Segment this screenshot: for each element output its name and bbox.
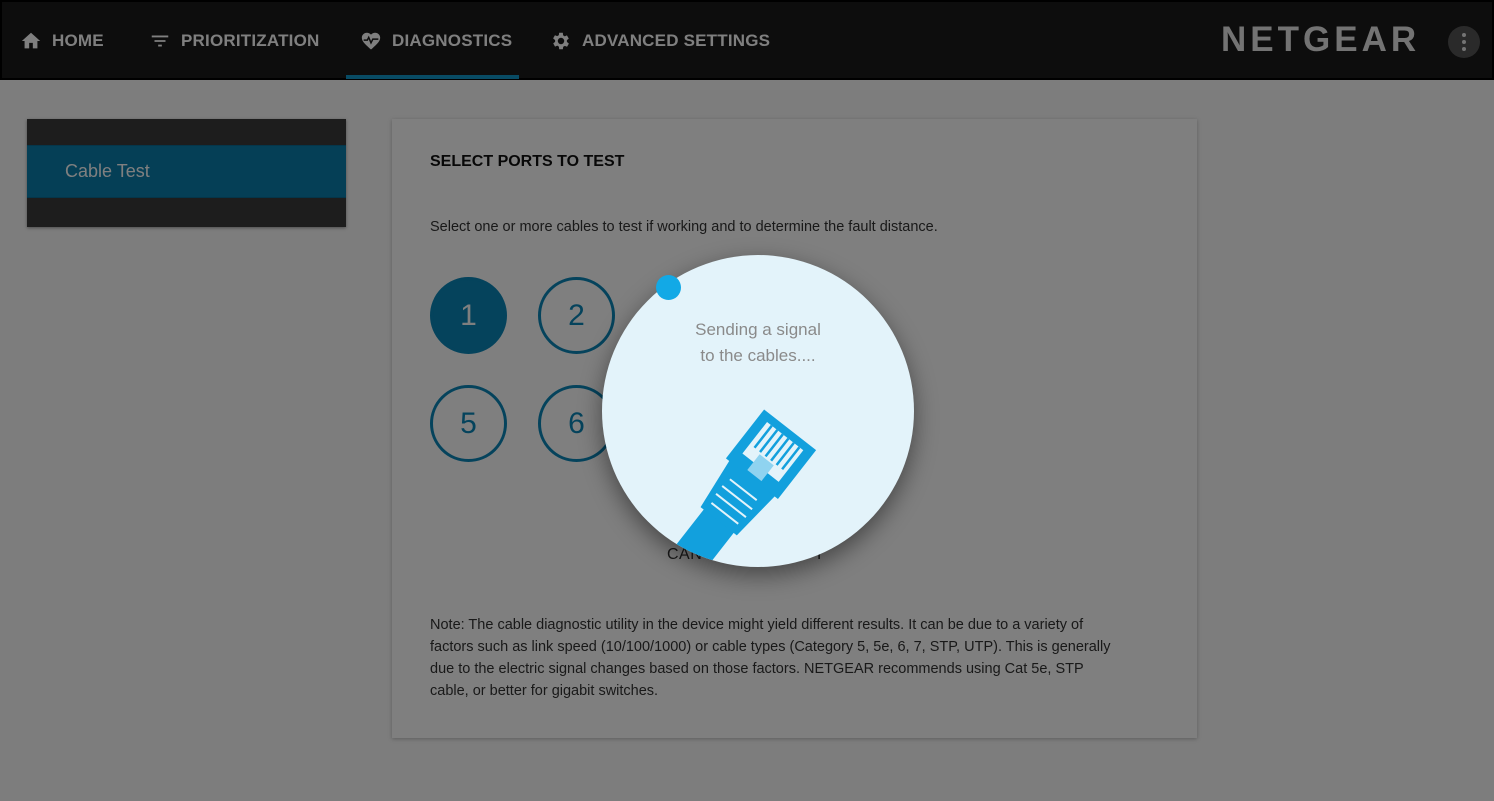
progress-dot xyxy=(656,275,681,300)
ethernet-cable-icon xyxy=(663,409,817,567)
app-root: HOME PRIORITIZATION DIAGNOSTICS ADVANCED… xyxy=(0,0,1494,801)
sending-signal-popup: Sending a signal to the cables.... xyxy=(602,255,914,567)
